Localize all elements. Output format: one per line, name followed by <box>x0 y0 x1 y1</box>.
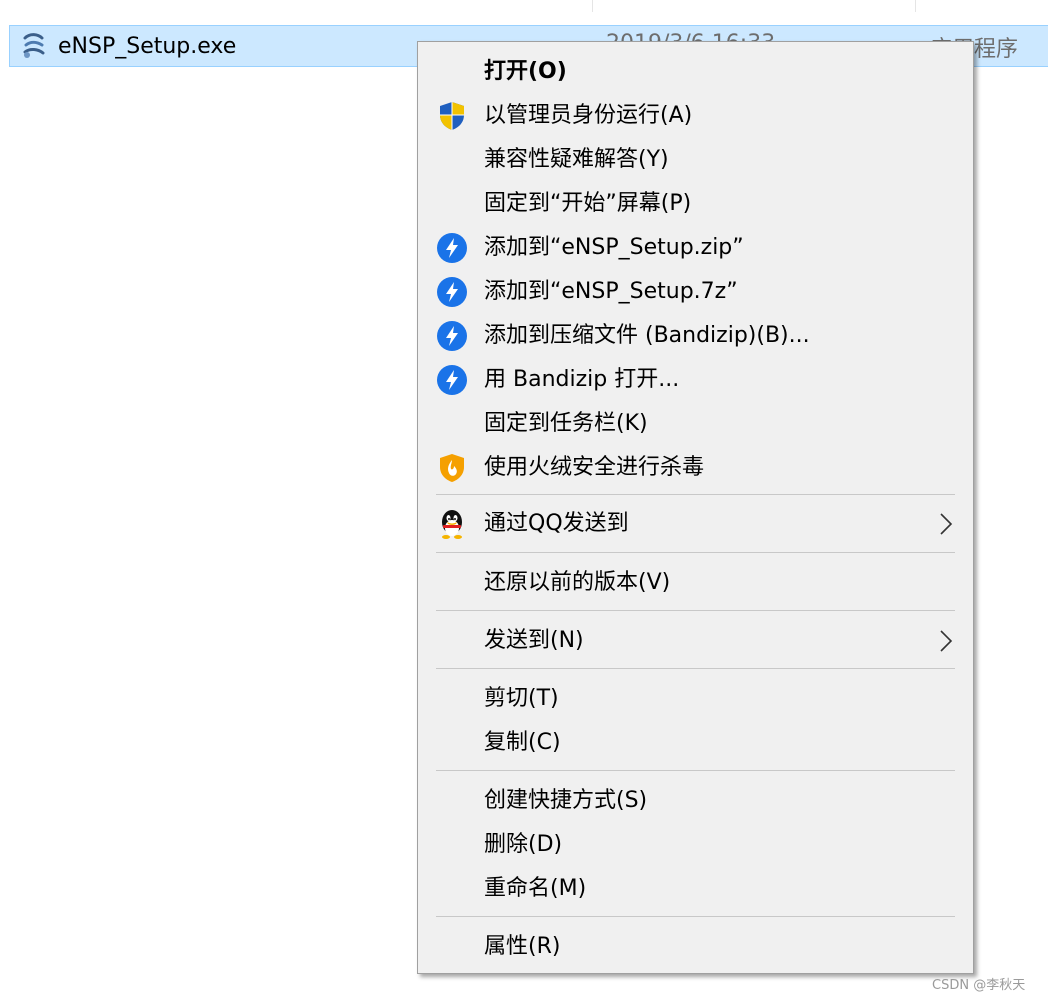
menu-separator <box>436 552 955 553</box>
menu-item-label: 创建快捷方式(S) <box>484 788 648 813</box>
bandizip-icon <box>437 321 467 351</box>
menu-item-open-with-bandizip[interactable]: 用 Bandizip 打开... <box>418 360 973 400</box>
menu-item-copy[interactable]: 复制(C) <box>418 723 973 763</box>
menu-item-label: 添加到压缩文件 (Bandizip)(B)... <box>484 323 810 348</box>
bandizip-icon <box>437 365 467 395</box>
menu-item-label: 属性(R) <box>484 934 561 959</box>
menu-item-label: 还原以前的版本(V) <box>484 570 671 595</box>
menu-item-rename[interactable]: 重命名(M) <box>418 869 973 909</box>
menu-item-add-archive-bandizip[interactable]: 添加到压缩文件 (Bandizip)(B)... <box>418 316 973 356</box>
menu-item-label: 固定到“开始”屏幕(P) <box>484 191 692 216</box>
column-divider-date[interactable] <box>592 0 593 12</box>
menu-item-cut[interactable]: 剪切(T) <box>418 679 973 719</box>
huorong-icon <box>440 454 464 482</box>
menu-item-label: 以管理员身份运行(A) <box>484 103 693 128</box>
menu-item-label: 兼容性疑难解答(Y) <box>484 147 669 172</box>
bandizip-icon <box>437 277 467 307</box>
menu-item-delete[interactable]: 删除(D) <box>418 825 973 865</box>
chevron-right-icon <box>940 630 953 652</box>
menu-item-pin-to-taskbar[interactable]: 固定到任务栏(K) <box>418 404 973 444</box>
menu-item-send-via-qq[interactable]: 通过QQ发送到 <box>418 504 973 544</box>
menu-item-create-shortcut[interactable]: 创建快捷方式(S) <box>418 781 973 821</box>
menu-item-label: 复制(C) <box>484 730 561 755</box>
bandizip-icon <box>437 233 467 263</box>
menu-item-send-to[interactable]: 发送到(N) <box>418 621 973 661</box>
context-menu: 打开(O) 以管理员身份运行(A) 兼容性疑难解答(Y) 固定到“开始”屏幕(P… <box>417 41 974 974</box>
menu-item-restore-previous-versions[interactable]: 还原以前的版本(V) <box>418 563 973 603</box>
menu-item-label: 添加到“eNSP_Setup.zip” <box>484 235 744 260</box>
menu-item-label: 固定到任务栏(K) <box>484 411 648 436</box>
column-divider-type[interactable] <box>915 0 916 12</box>
menu-separator <box>436 668 955 669</box>
menu-item-open[interactable]: 打开(O) <box>418 52 973 92</box>
menu-item-properties[interactable]: 属性(R) <box>418 927 973 967</box>
menu-separator <box>436 610 955 611</box>
menu-separator <box>436 916 955 917</box>
qq-penguin-icon <box>442 510 462 539</box>
menu-item-compat-troubleshoot[interactable]: 兼容性疑难解答(Y) <box>418 140 973 180</box>
menu-item-label: 删除(D) <box>484 832 563 857</box>
menu-item-label: 用 Bandizip 打开... <box>484 367 680 392</box>
uac-shield-icon <box>440 102 464 130</box>
menu-item-pin-to-start[interactable]: 固定到“开始”屏幕(P) <box>418 184 973 224</box>
menu-item-add-7z[interactable]: 添加到“eNSP_Setup.7z” <box>418 272 973 312</box>
menu-item-label: 发送到(N) <box>484 628 584 653</box>
file-name[interactable]: eNSP_Setup.exe <box>58 33 236 61</box>
menu-item-label: 添加到“eNSP_Setup.7z” <box>484 279 738 304</box>
csdn-watermark: CSDN @李秋天 <box>932 978 1026 993</box>
menu-item-huorong-scan[interactable]: 使用火绒安全进行杀毒 <box>418 448 973 488</box>
chevron-right-icon <box>940 513 953 535</box>
menu-separator <box>436 770 955 771</box>
menu-item-add-zip[interactable]: 添加到“eNSP_Setup.zip” <box>418 228 973 268</box>
menu-item-label: 剪切(T) <box>484 686 559 711</box>
menu-separator <box>436 494 955 495</box>
menu-item-label: 通过QQ发送到 <box>484 511 629 536</box>
menu-item-label: 使用火绒安全进行杀毒 <box>484 455 705 480</box>
menu-item-label: 打开(O) <box>484 59 567 84</box>
menu-item-run-as-admin[interactable]: 以管理员身份运行(A) <box>418 96 973 136</box>
menu-item-label: 重命名(M) <box>484 876 587 901</box>
ensp-app-icon <box>23 33 45 58</box>
